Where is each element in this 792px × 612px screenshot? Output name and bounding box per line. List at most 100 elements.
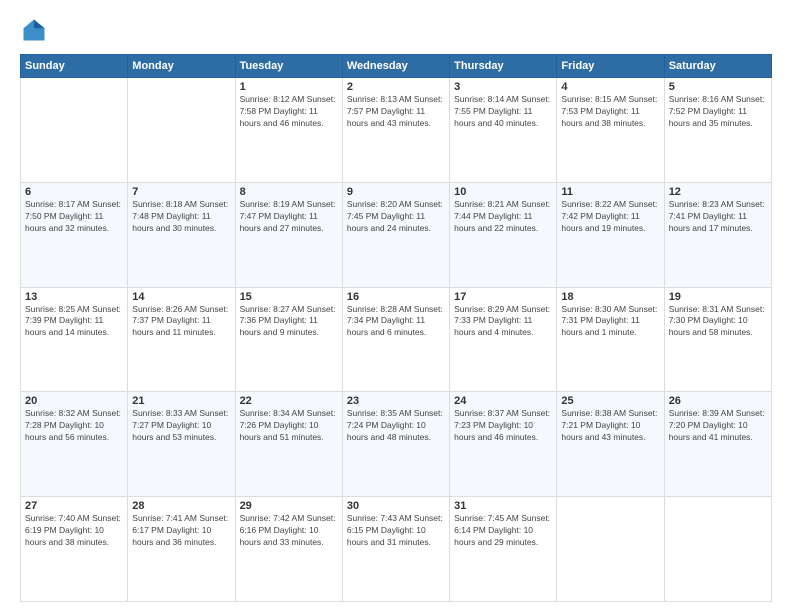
- day-info: Sunrise: 8:32 AM Sunset: 7:28 PM Dayligh…: [25, 408, 123, 444]
- weekday-tuesday: Tuesday: [235, 55, 342, 78]
- day-number: 29: [240, 500, 338, 512]
- week-row-1: 1Sunrise: 8:12 AM Sunset: 7:58 PM Daylig…: [21, 78, 772, 183]
- day-number: 2: [347, 81, 445, 93]
- day-cell: 8Sunrise: 8:19 AM Sunset: 7:47 PM Daylig…: [235, 182, 342, 287]
- day-cell: 30Sunrise: 7:43 AM Sunset: 6:15 PM Dayli…: [342, 497, 449, 602]
- day-cell: 26Sunrise: 8:39 AM Sunset: 7:20 PM Dayli…: [664, 392, 771, 497]
- weekday-thursday: Thursday: [450, 55, 557, 78]
- day-cell: 4Sunrise: 8:15 AM Sunset: 7:53 PM Daylig…: [557, 78, 664, 183]
- day-number: 7: [132, 186, 230, 198]
- day-number: 12: [669, 186, 767, 198]
- day-cell: 15Sunrise: 8:27 AM Sunset: 7:36 PM Dayli…: [235, 287, 342, 392]
- day-cell: 20Sunrise: 8:32 AM Sunset: 7:28 PM Dayli…: [21, 392, 128, 497]
- day-info: Sunrise: 8:14 AM Sunset: 7:55 PM Dayligh…: [454, 94, 552, 130]
- day-number: 31: [454, 500, 552, 512]
- day-number: 26: [669, 395, 767, 407]
- page: SundayMondayTuesdayWednesdayThursdayFrid…: [0, 0, 792, 612]
- logo: [20, 16, 52, 44]
- day-number: 27: [25, 500, 123, 512]
- day-info: Sunrise: 8:15 AM Sunset: 7:53 PM Dayligh…: [561, 94, 659, 130]
- day-cell: [664, 497, 771, 602]
- day-number: 28: [132, 500, 230, 512]
- day-number: 17: [454, 291, 552, 303]
- weekday-friday: Friday: [557, 55, 664, 78]
- day-number: 16: [347, 291, 445, 303]
- day-cell: 7Sunrise: 8:18 AM Sunset: 7:48 PM Daylig…: [128, 182, 235, 287]
- day-cell: 9Sunrise: 8:20 AM Sunset: 7:45 PM Daylig…: [342, 182, 449, 287]
- day-info: Sunrise: 8:16 AM Sunset: 7:52 PM Dayligh…: [669, 94, 767, 130]
- day-info: Sunrise: 8:17 AM Sunset: 7:50 PM Dayligh…: [25, 199, 123, 235]
- day-info: Sunrise: 8:38 AM Sunset: 7:21 PM Dayligh…: [561, 408, 659, 444]
- week-row-5: 27Sunrise: 7:40 AM Sunset: 6:19 PM Dayli…: [21, 497, 772, 602]
- day-info: Sunrise: 8:37 AM Sunset: 7:23 PM Dayligh…: [454, 408, 552, 444]
- day-number: 6: [25, 186, 123, 198]
- day-info: Sunrise: 8:39 AM Sunset: 7:20 PM Dayligh…: [669, 408, 767, 444]
- day-cell: 2Sunrise: 8:13 AM Sunset: 7:57 PM Daylig…: [342, 78, 449, 183]
- day-info: Sunrise: 7:42 AM Sunset: 6:16 PM Dayligh…: [240, 513, 338, 549]
- day-info: Sunrise: 8:30 AM Sunset: 7:31 PM Dayligh…: [561, 304, 659, 340]
- day-number: 4: [561, 81, 659, 93]
- day-info: Sunrise: 8:29 AM Sunset: 7:33 PM Dayligh…: [454, 304, 552, 340]
- day-cell: 12Sunrise: 8:23 AM Sunset: 7:41 PM Dayli…: [664, 182, 771, 287]
- day-info: Sunrise: 7:40 AM Sunset: 6:19 PM Dayligh…: [25, 513, 123, 549]
- day-cell: 5Sunrise: 8:16 AM Sunset: 7:52 PM Daylig…: [664, 78, 771, 183]
- weekday-sunday: Sunday: [21, 55, 128, 78]
- day-cell: 18Sunrise: 8:30 AM Sunset: 7:31 PM Dayli…: [557, 287, 664, 392]
- day-info: Sunrise: 8:13 AM Sunset: 7:57 PM Dayligh…: [347, 94, 445, 130]
- day-info: Sunrise: 7:43 AM Sunset: 6:15 PM Dayligh…: [347, 513, 445, 549]
- day-number: 20: [25, 395, 123, 407]
- day-info: Sunrise: 8:25 AM Sunset: 7:39 PM Dayligh…: [25, 304, 123, 340]
- day-cell: 21Sunrise: 8:33 AM Sunset: 7:27 PM Dayli…: [128, 392, 235, 497]
- day-number: 21: [132, 395, 230, 407]
- day-info: Sunrise: 8:34 AM Sunset: 7:26 PM Dayligh…: [240, 408, 338, 444]
- day-cell: 31Sunrise: 7:45 AM Sunset: 6:14 PM Dayli…: [450, 497, 557, 602]
- day-number: 9: [347, 186, 445, 198]
- day-number: 25: [561, 395, 659, 407]
- day-number: 10: [454, 186, 552, 198]
- day-cell: 13Sunrise: 8:25 AM Sunset: 7:39 PM Dayli…: [21, 287, 128, 392]
- day-cell: 17Sunrise: 8:29 AM Sunset: 7:33 PM Dayli…: [450, 287, 557, 392]
- day-cell: 28Sunrise: 7:41 AM Sunset: 6:17 PM Dayli…: [128, 497, 235, 602]
- weekday-monday: Monday: [128, 55, 235, 78]
- day-number: 8: [240, 186, 338, 198]
- weekday-saturday: Saturday: [664, 55, 771, 78]
- weekday-wednesday: Wednesday: [342, 55, 449, 78]
- day-cell: 10Sunrise: 8:21 AM Sunset: 7:44 PM Dayli…: [450, 182, 557, 287]
- day-number: 24: [454, 395, 552, 407]
- day-info: Sunrise: 8:33 AM Sunset: 7:27 PM Dayligh…: [132, 408, 230, 444]
- header: [20, 16, 772, 44]
- day-info: Sunrise: 8:27 AM Sunset: 7:36 PM Dayligh…: [240, 304, 338, 340]
- day-cell: [128, 78, 235, 183]
- day-cell: 24Sunrise: 8:37 AM Sunset: 7:23 PM Dayli…: [450, 392, 557, 497]
- day-number: 15: [240, 291, 338, 303]
- day-info: Sunrise: 7:45 AM Sunset: 6:14 PM Dayligh…: [454, 513, 552, 549]
- day-cell: 29Sunrise: 7:42 AM Sunset: 6:16 PM Dayli…: [235, 497, 342, 602]
- day-cell: 11Sunrise: 8:22 AM Sunset: 7:42 PM Dayli…: [557, 182, 664, 287]
- day-info: Sunrise: 8:22 AM Sunset: 7:42 PM Dayligh…: [561, 199, 659, 235]
- day-info: Sunrise: 7:41 AM Sunset: 6:17 PM Dayligh…: [132, 513, 230, 549]
- day-info: Sunrise: 8:12 AM Sunset: 7:58 PM Dayligh…: [240, 94, 338, 130]
- day-number: 30: [347, 500, 445, 512]
- day-number: 23: [347, 395, 445, 407]
- day-number: 18: [561, 291, 659, 303]
- day-info: Sunrise: 8:19 AM Sunset: 7:47 PM Dayligh…: [240, 199, 338, 235]
- day-number: 14: [132, 291, 230, 303]
- weekday-header-row: SundayMondayTuesdayWednesdayThursdayFrid…: [21, 55, 772, 78]
- day-number: 3: [454, 81, 552, 93]
- day-cell: [557, 497, 664, 602]
- week-row-4: 20Sunrise: 8:32 AM Sunset: 7:28 PM Dayli…: [21, 392, 772, 497]
- day-cell: 19Sunrise: 8:31 AM Sunset: 7:30 PM Dayli…: [664, 287, 771, 392]
- day-cell: 16Sunrise: 8:28 AM Sunset: 7:34 PM Dayli…: [342, 287, 449, 392]
- day-number: 11: [561, 186, 659, 198]
- day-number: 13: [25, 291, 123, 303]
- day-cell: 25Sunrise: 8:38 AM Sunset: 7:21 PM Dayli…: [557, 392, 664, 497]
- calendar: SundayMondayTuesdayWednesdayThursdayFrid…: [20, 54, 772, 602]
- day-number: 5: [669, 81, 767, 93]
- week-row-3: 13Sunrise: 8:25 AM Sunset: 7:39 PM Dayli…: [21, 287, 772, 392]
- day-number: 22: [240, 395, 338, 407]
- day-cell: 3Sunrise: 8:14 AM Sunset: 7:55 PM Daylig…: [450, 78, 557, 183]
- day-info: Sunrise: 8:18 AM Sunset: 7:48 PM Dayligh…: [132, 199, 230, 235]
- day-cell: 22Sunrise: 8:34 AM Sunset: 7:26 PM Dayli…: [235, 392, 342, 497]
- day-cell: 1Sunrise: 8:12 AM Sunset: 7:58 PM Daylig…: [235, 78, 342, 183]
- day-number: 1: [240, 81, 338, 93]
